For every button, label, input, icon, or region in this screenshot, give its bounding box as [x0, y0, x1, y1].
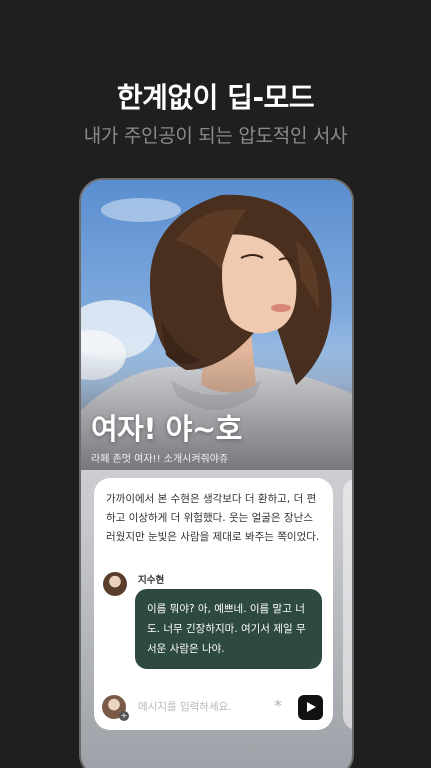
message-input-bar: + *	[102, 692, 326, 722]
plus-icon[interactable]: +	[119, 711, 129, 721]
speaker-name: 지수현	[138, 575, 165, 586]
send-button[interactable]	[298, 695, 323, 720]
chat-card: 가까이에서 본 수현은 생각보다 더 환하고, 더 편하고 이상하게 더 위험했…	[94, 478, 333, 730]
promo-subheadline: 내가 주인공이 되는 압도적인 서사	[83, 125, 348, 147]
phone-mockup: 여자! 야~호 라페 존멋 여자!! 소개시켜줘야쥬 가까이에서 본 수현은 생…	[79, 178, 354, 768]
narration-text: 가까이에서 본 수현은 생각보다 더 환하고, 더 편하고 이상하게 더 위험했…	[106, 493, 320, 543]
next-card-peek[interactable]	[343, 478, 352, 730]
message-bubble: 이름 뭐야? 아, 예쁘네. 이름 말고 너도. 너무 긴장하지마. 여기서 제…	[135, 589, 322, 669]
message-input[interactable]	[138, 698, 288, 716]
speaker-avatar[interactable]	[103, 572, 127, 596]
character-title: 여자! 야~호	[91, 412, 242, 446]
character-description: 라페 존멋 여자!! 소개시켜줘야쥬	[91, 454, 229, 465]
asterisk-icon[interactable]: *	[274, 696, 282, 715]
promo-headline: 한계없이 딥-모드	[116, 81, 315, 114]
